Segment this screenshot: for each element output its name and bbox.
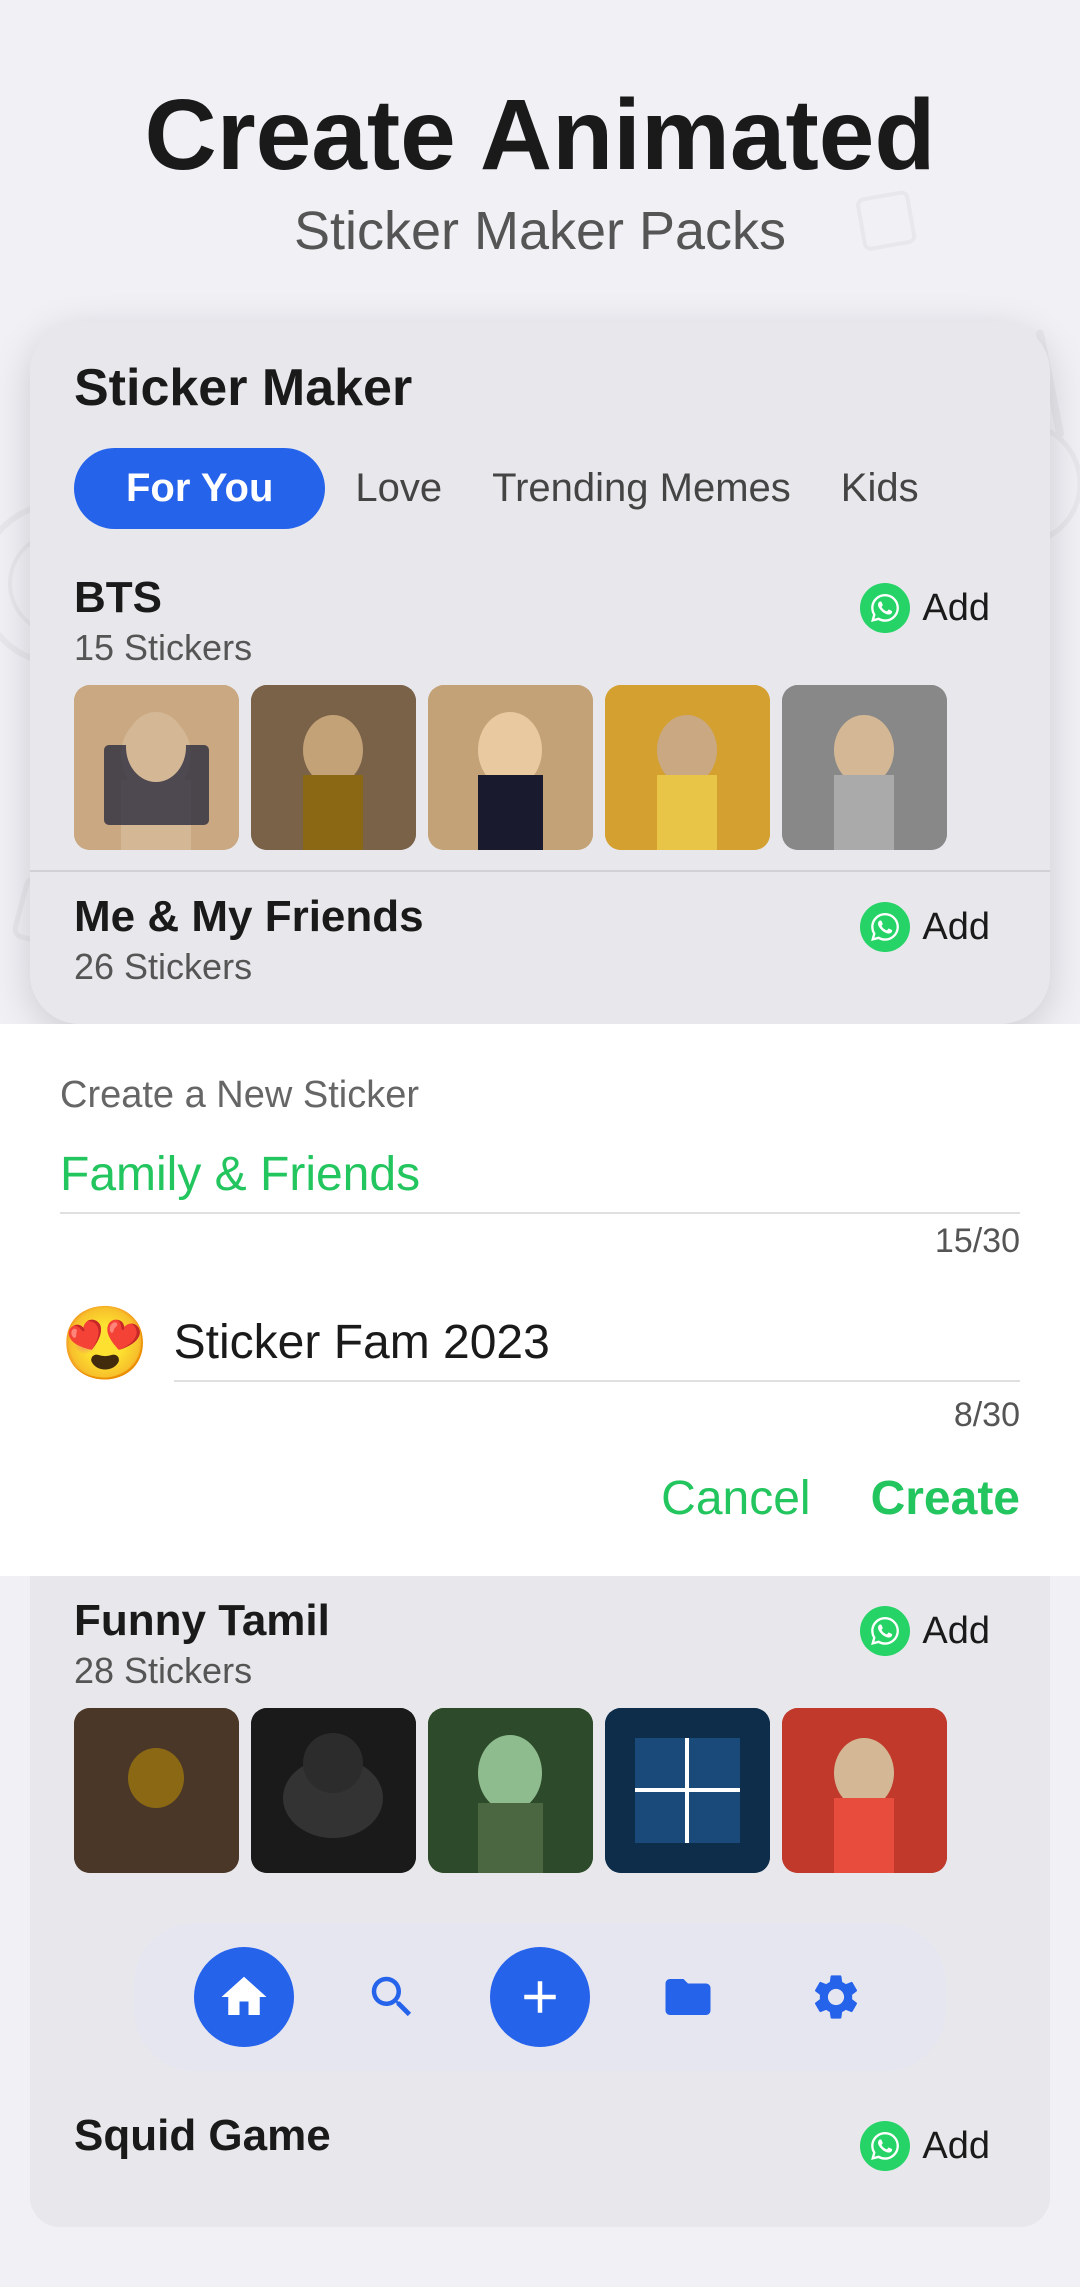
- sticker-emoji: 😍: [60, 1301, 150, 1386]
- sticker-thumb-t5[interactable]: [782, 1708, 947, 1873]
- folder-icon-wrap: [638, 1947, 738, 2047]
- header-subtitle: Sticker Maker Packs: [40, 200, 1040, 262]
- sticker-thumb-t4[interactable]: [605, 1708, 770, 1873]
- pack-count-friends: 26 Stickers: [74, 946, 424, 988]
- add-label-bts: Add: [922, 587, 990, 630]
- bottom-nav-area: [30, 1893, 1050, 2091]
- pack-header-friends: Me & My Friends 26 Stickers Add: [74, 892, 1006, 988]
- home-icon-circle: [194, 1947, 294, 2047]
- sticker-pack-bts: BTS 15 Stickers Add: [30, 553, 1050, 870]
- sticker-thumb-5[interactable]: [782, 685, 947, 850]
- create-sticker-panel: Create a New Sticker 15/30 😍 8/30 Cancel…: [0, 1024, 1080, 1576]
- whatsapp-icon-friends: [860, 902, 910, 952]
- tab-kids[interactable]: Kids: [841, 466, 919, 511]
- sticker-pack-tamil: Funny Tamil 28 Stickers Add: [30, 1576, 1050, 1893]
- create-label: Create a New Sticker: [60, 1074, 1020, 1117]
- sticker-thumb-4[interactable]: [605, 685, 770, 850]
- sticker-pack-friends: Me & My Friends 26 Stickers Add: [30, 872, 1050, 1024]
- tab-love[interactable]: Love: [355, 466, 442, 511]
- header-title: Create Animated: [40, 80, 1040, 190]
- pack-header-tamil: Funny Tamil 28 Stickers Add: [74, 1596, 1006, 1692]
- sticker-thumb-t3[interactable]: [428, 1708, 593, 1873]
- pack-info-bts: BTS 15 Stickers: [74, 573, 252, 669]
- phone-card-bottom: Funny Tamil 28 Stickers Add: [30, 1576, 1050, 2227]
- sticker-thumb-1[interactable]: [74, 685, 239, 850]
- sticker-thumb-3[interactable]: [428, 685, 593, 850]
- sticker-thumb-t1[interactable]: [74, 1708, 239, 1873]
- nav-search[interactable]: [342, 1947, 442, 2047]
- bottom-navigation: [134, 1923, 946, 2071]
- pack-count-bts: 15 Stickers: [74, 627, 252, 669]
- search-icon-wrap: [342, 1947, 442, 2047]
- add-button-friends[interactable]: Add: [844, 892, 1006, 962]
- add-button-tamil[interactable]: Add: [844, 1596, 1006, 1666]
- pack-info-friends: Me & My Friends 26 Stickers: [74, 892, 424, 988]
- char-count-1: 15/30: [60, 1222, 1020, 1261]
- phone-header: Sticker Maker: [30, 322, 1050, 438]
- sticker-images-tamil: [74, 1708, 1006, 1873]
- whatsapp-icon-bts: [860, 583, 910, 633]
- add-button-bts[interactable]: Add: [844, 573, 1006, 643]
- add-button-squid[interactable]: Add: [844, 2111, 1006, 2181]
- pack-count-tamil: 28 Stickers: [74, 1650, 330, 1692]
- pack-name-tamil: Funny Tamil: [74, 1596, 330, 1646]
- nav-settings[interactable]: [786, 1947, 886, 2047]
- settings-icon-wrap: [786, 1947, 886, 2047]
- char-count-2: 8/30: [60, 1396, 1020, 1435]
- sticker-images-bts: [74, 685, 1006, 850]
- whatsapp-icon-squid: [860, 2121, 910, 2171]
- whatsapp-icon-tamil: [860, 1606, 910, 1656]
- category-tabs: For You Love Trending Memes Kids: [30, 438, 1050, 553]
- nav-folder[interactable]: [638, 1947, 738, 2047]
- add-label-tamil: Add: [922, 1610, 990, 1653]
- page-header: Create Animated Sticker Maker Packs: [0, 60, 1080, 292]
- pack-name-input[interactable]: [60, 1137, 1020, 1214]
- sticker-thumb-t2[interactable]: [251, 1708, 416, 1873]
- sticker-name-row: 😍: [60, 1301, 1020, 1386]
- pack-header-squid: Squid Game Add: [74, 2111, 1006, 2181]
- action-buttons: Cancel Create: [60, 1471, 1020, 1526]
- add-label-squid: Add: [922, 2125, 990, 2168]
- phone-card-top: Sticker Maker For You Love Trending Meme…: [30, 322, 1050, 1024]
- nav-add[interactable]: [490, 1947, 590, 2047]
- pack-info-tamil: Funny Tamil 28 Stickers: [74, 1596, 330, 1692]
- tab-trending[interactable]: Trending Memes: [492, 466, 791, 511]
- sticker-name-input[interactable]: [174, 1305, 1020, 1382]
- sticker-thumb-2[interactable]: [251, 685, 416, 850]
- pack-header-bts: BTS 15 Stickers Add: [74, 573, 1006, 669]
- pack-name-bts: BTS: [74, 573, 252, 623]
- create-button[interactable]: Create: [871, 1471, 1020, 1526]
- cancel-button[interactable]: Cancel: [661, 1471, 810, 1526]
- add-label-friends: Add: [922, 906, 990, 949]
- pack-name-squid: Squid Game: [74, 2111, 331, 2161]
- sticker-pack-squid: Squid Game Add: [30, 2091, 1050, 2227]
- app-title: Sticker Maker: [74, 358, 1006, 418]
- nav-home[interactable]: [194, 1947, 294, 2047]
- add-icon-circle: [490, 1947, 590, 2047]
- pack-info-squid: Squid Game: [74, 2111, 331, 2161]
- pack-name-friends: Me & My Friends: [74, 892, 424, 942]
- tab-for-you[interactable]: For You: [74, 448, 325, 529]
